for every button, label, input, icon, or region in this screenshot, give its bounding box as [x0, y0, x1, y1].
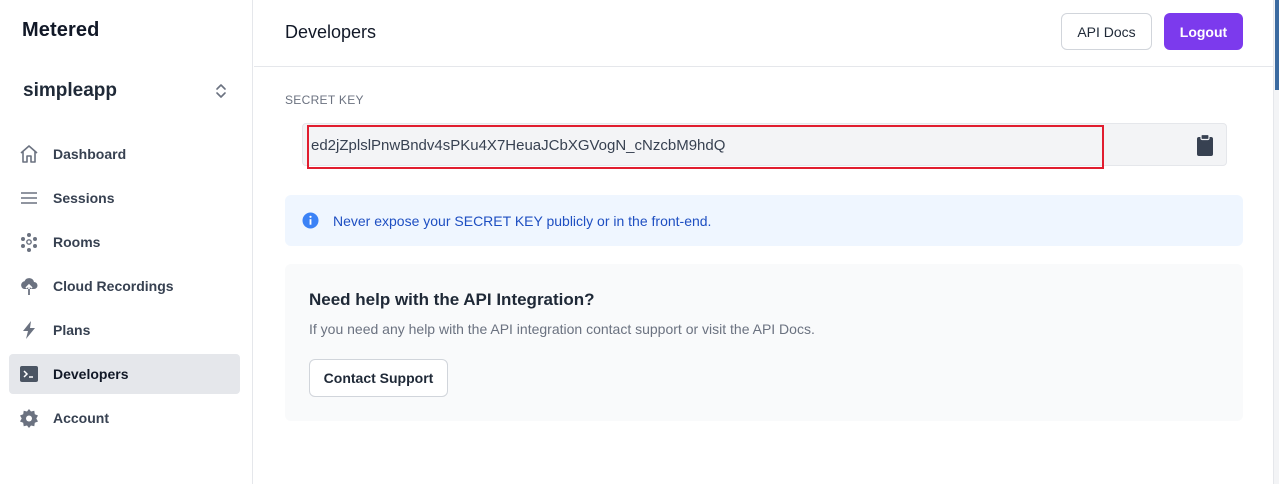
page-title: Developers — [285, 22, 377, 42]
sidebar-item-label: Sessions — [53, 190, 115, 206]
sidebar-item-plans[interactable]: Plans — [9, 310, 240, 350]
secret-key-highlight — [307, 125, 1104, 169]
help-text: If you need any help with the API integr… — [309, 321, 815, 337]
sidebar: Metered simpleapp Dashboard Sessions Roo… — [0, 0, 253, 484]
app-name: simpleapp — [23, 80, 117, 101]
sidebar-item-label: Rooms — [53, 234, 101, 250]
sidebar-item-sessions[interactable]: Sessions — [9, 178, 240, 218]
sidebar-item-developers[interactable]: Developers — [9, 354, 240, 394]
brand-logo: Metered — [22, 19, 100, 41]
sidebar-item-label: Cloud Recordings — [53, 278, 174, 294]
sidebar-item-account[interactable]: Account — [9, 398, 240, 438]
top-bar: Developers API Docs Logout — [254, 0, 1273, 67]
sidebar-item-label: Dashboard — [53, 146, 127, 162]
chevron-up-down-icon — [216, 84, 226, 98]
help-title: Need help with the API Integration? — [309, 290, 595, 309]
sidebar-item-label: Plans — [53, 322, 91, 338]
sidebar-item-rooms[interactable]: Rooms — [9, 222, 240, 262]
clipboard-icon[interactable] — [1195, 133, 1215, 157]
sidebar-item-cloud-recordings[interactable]: Cloud Recordings — [9, 266, 240, 306]
sidebar-nav: Dashboard Sessions Rooms Cloud Recording… — [9, 134, 240, 442]
gear-icon — [19, 408, 39, 428]
home-icon — [19, 144, 39, 164]
terminal-icon — [19, 364, 39, 384]
info-icon — [302, 212, 319, 229]
contact-support-button[interactable]: Contact Support — [309, 359, 448, 397]
list-icon — [19, 188, 39, 208]
help-card — [285, 264, 1243, 421]
sidebar-item-label: Account — [53, 410, 109, 426]
api-docs-button[interactable]: API Docs — [1061, 13, 1152, 50]
app-switcher[interactable]: simpleapp — [10, 72, 240, 110]
logout-button[interactable]: Logout — [1164, 13, 1243, 50]
scrollbar-thumb[interactable] — [1275, 0, 1279, 90]
cloud-upload-icon — [19, 276, 39, 296]
sidebar-item-dashboard[interactable]: Dashboard — [9, 134, 240, 174]
sidebar-item-label: Developers — [53, 366, 129, 382]
secret-key-label: SECRET KEY — [285, 93, 364, 107]
rooms-icon — [19, 232, 39, 252]
security-notice-text: Never expose your SECRET KEY publicly or… — [333, 213, 712, 229]
bolt-icon — [19, 320, 39, 340]
